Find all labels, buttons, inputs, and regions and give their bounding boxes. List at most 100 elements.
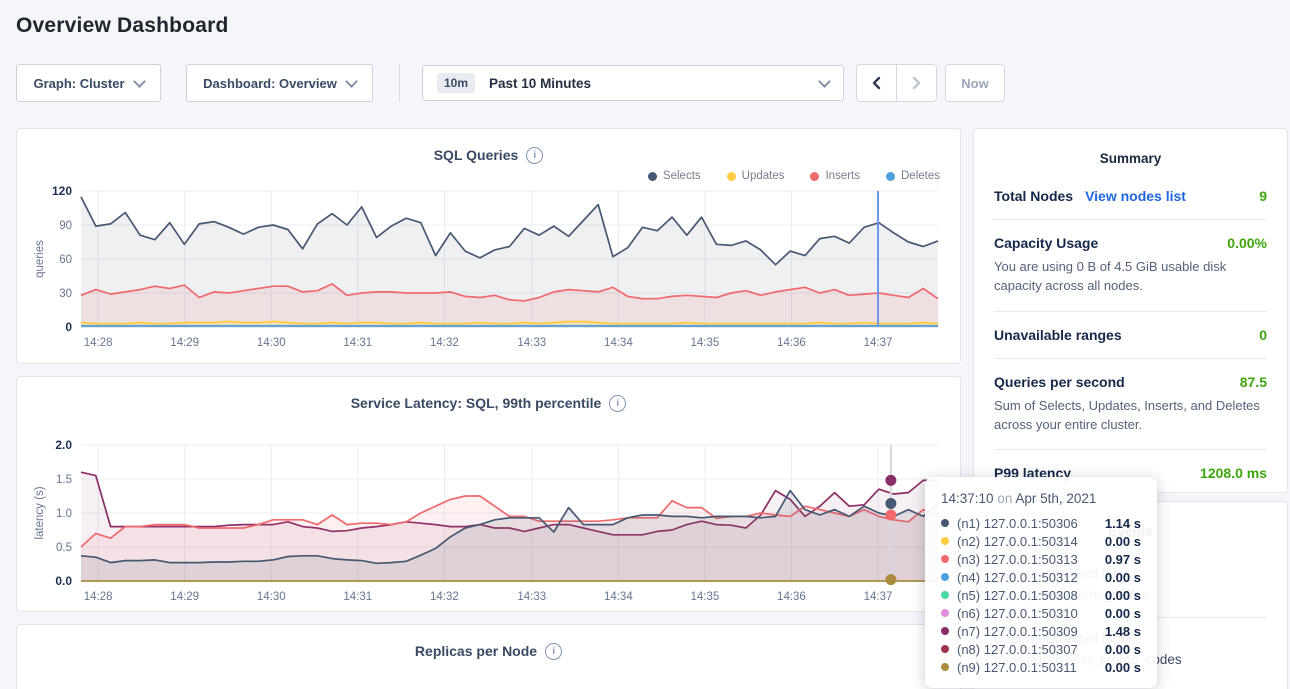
legend-label: Inserts	[825, 170, 860, 182]
node-address: (n4) 127.0.0.1:50312	[957, 570, 1078, 585]
time-step-buttons	[856, 64, 937, 102]
node-address: (n1) 127.0.0.1:50306	[957, 516, 1078, 531]
svg-text:0.5: 0.5	[56, 542, 72, 554]
svg-text:1.0: 1.0	[56, 508, 72, 520]
node-color-dot-icon	[941, 519, 949, 527]
node-color-dot-icon	[941, 663, 949, 671]
sql-queries-legend: Selects Updates Inserts Deletes	[17, 169, 940, 183]
tooltip-node-row: (n4) 127.0.0.1:50312 0.00 s	[941, 568, 1141, 586]
legend-item[interactable]: Deletes	[886, 169, 940, 183]
now-button[interactable]: Now	[945, 64, 1005, 102]
svg-text:1.5: 1.5	[56, 474, 72, 486]
node-color-dot-icon	[941, 537, 949, 545]
legend-item[interactable]: Updates	[727, 169, 785, 183]
svg-text:14:31: 14:31	[343, 591, 372, 603]
node-color-dot-icon	[941, 591, 949, 599]
sql-queries-chart[interactable]: 030609012014:2814:2914:3014:3114:3214:33…	[29, 185, 960, 358]
svg-text:0.0: 0.0	[55, 574, 72, 588]
node-latency-value: 0.00 s	[1105, 588, 1141, 603]
node-latency-value: 0.00 s	[1105, 660, 1141, 675]
queries-per-second-description: Sum of Selects, Updates, Inserts, and De…	[994, 397, 1267, 435]
summary-panel: Summary Total Nodes View nodes list 9 Ca…	[973, 128, 1288, 493]
tooltip-node-rows: (n1) 127.0.0.1:50306 1.14 s (n2) 127.0.0…	[941, 514, 1141, 676]
svg-text:14:32: 14:32	[430, 337, 459, 349]
legend-dot-icon	[727, 172, 736, 181]
tooltip-node-row: (n9) 127.0.0.1:50311 0.00 s	[941, 658, 1141, 676]
svg-text:14:35: 14:35	[691, 337, 720, 349]
chevron-left-icon	[870, 76, 883, 90]
sql-queries-panel: SQL Queries i Selects Updates	[16, 128, 961, 364]
divider	[994, 311, 1267, 312]
svg-text:90: 90	[59, 220, 72, 232]
graph-dropdown[interactable]: Graph: Cluster	[16, 64, 161, 102]
page-title: Overview Dashboard	[16, 14, 1290, 38]
node-latency-value: 0.97 s	[1105, 552, 1141, 567]
total-nodes-value: 9	[1259, 188, 1267, 204]
chevron-down-icon	[345, 75, 358, 88]
tooltip-node-row: (n6) 127.0.0.1:50310 0.00 s	[941, 604, 1141, 622]
chart-hover-tooltip: 14:37:10 on Apr 5th, 2021 (n1) 127.0.0.1…	[925, 477, 1157, 688]
svg-text:120: 120	[52, 185, 72, 198]
toolbar-divider	[399, 64, 400, 102]
info-icon[interactable]: i	[609, 395, 626, 412]
svg-text:60: 60	[59, 254, 72, 266]
node-latency-value: 1.14 s	[1105, 516, 1141, 531]
legend-label: Deletes	[901, 170, 940, 182]
node-address: (n5) 127.0.0.1:50308	[957, 588, 1078, 603]
unavailable-ranges-value: 0	[1259, 327, 1267, 343]
info-icon[interactable]: i	[526, 147, 543, 164]
node-address: (n3) 127.0.0.1:50313	[957, 552, 1078, 567]
svg-text:14:28: 14:28	[84, 591, 113, 603]
divider	[994, 219, 1267, 220]
node-color-dot-icon	[941, 555, 949, 563]
service-latency-panel: Service Latency: SQL, 99th percentile i …	[16, 376, 961, 612]
legend-dot-icon	[648, 172, 657, 181]
svg-text:14:37: 14:37	[864, 337, 893, 349]
node-address: (n2) 127.0.0.1:50314	[957, 534, 1078, 549]
legend-label: Updates	[742, 170, 785, 182]
svg-text:14:31: 14:31	[343, 337, 372, 349]
replicas-per-node-panel: Replicas per Node i	[16, 624, 961, 689]
svg-text:14:34: 14:34	[604, 337, 633, 349]
svg-text:14:33: 14:33	[517, 591, 546, 603]
legend-dot-icon	[810, 172, 819, 181]
node-color-dot-icon	[941, 645, 949, 653]
tooltip-node-row: (n2) 127.0.0.1:50314 0.00 s	[941, 532, 1141, 550]
tooltip-node-row: (n7) 127.0.0.1:50309 1.48 s	[941, 622, 1141, 640]
toolbar: Graph: Cluster Dashboard: Overview 10m P…	[16, 64, 1274, 102]
svg-text:14:29: 14:29	[170, 591, 199, 603]
chevron-down-icon	[818, 75, 831, 88]
svg-text:14:33: 14:33	[517, 337, 546, 349]
p99-latency-value: 1208.0 ms	[1200, 465, 1267, 481]
svg-text:14:30: 14:30	[257, 337, 286, 349]
dashboard-dropdown[interactable]: Dashboard: Overview	[186, 64, 373, 102]
svg-text:0: 0	[65, 320, 72, 334]
legend-item[interactable]: Inserts	[810, 169, 860, 183]
next-time-button[interactable]	[896, 65, 936, 101]
legend-item[interactable]: Selects	[648, 169, 701, 183]
prev-time-button[interactable]	[857, 65, 896, 101]
charts-column: SQL Queries i Selects Updates	[16, 128, 961, 689]
node-latency-value: 0.00 s	[1105, 534, 1141, 549]
time-range-badge: 10m	[437, 73, 475, 93]
svg-text:14:37: 14:37	[864, 591, 893, 603]
tooltip-timestamp: 14:37:10 on Apr 5th, 2021	[941, 491, 1141, 506]
node-address: (n6) 127.0.0.1:50310	[957, 606, 1078, 621]
tooltip-node-row: (n5) 127.0.0.1:50308 0.00 s	[941, 586, 1141, 604]
dashboard-dropdown-label: Dashboard: Overview	[203, 76, 337, 91]
queries-per-second-value: 87.5	[1240, 374, 1267, 390]
node-latency-value: 0.00 s	[1105, 606, 1141, 621]
total-nodes-label: Total Nodes	[994, 188, 1073, 204]
svg-text:2.0: 2.0	[55, 439, 72, 452]
service-latency-chart[interactable]: 0.00.51.01.52.014:2814:2914:3014:3114:32…	[29, 439, 960, 612]
tooltip-node-row: (n3) 127.0.0.1:50313 0.97 s	[941, 550, 1141, 568]
tooltip-node-row: (n8) 127.0.0.1:50307 0.00 s	[941, 640, 1141, 658]
svg-text:queries: queries	[34, 240, 46, 278]
svg-text:14:36: 14:36	[777, 337, 806, 349]
info-icon[interactable]: i	[545, 643, 562, 660]
node-latency-value: 0.00 s	[1105, 642, 1141, 657]
svg-text:14:36: 14:36	[777, 591, 806, 603]
summary-title: Summary	[994, 151, 1267, 166]
view-nodes-list-link[interactable]: View nodes list	[1085, 188, 1186, 204]
time-range-dropdown[interactable]: 10m Past 10 Minutes	[422, 65, 844, 101]
